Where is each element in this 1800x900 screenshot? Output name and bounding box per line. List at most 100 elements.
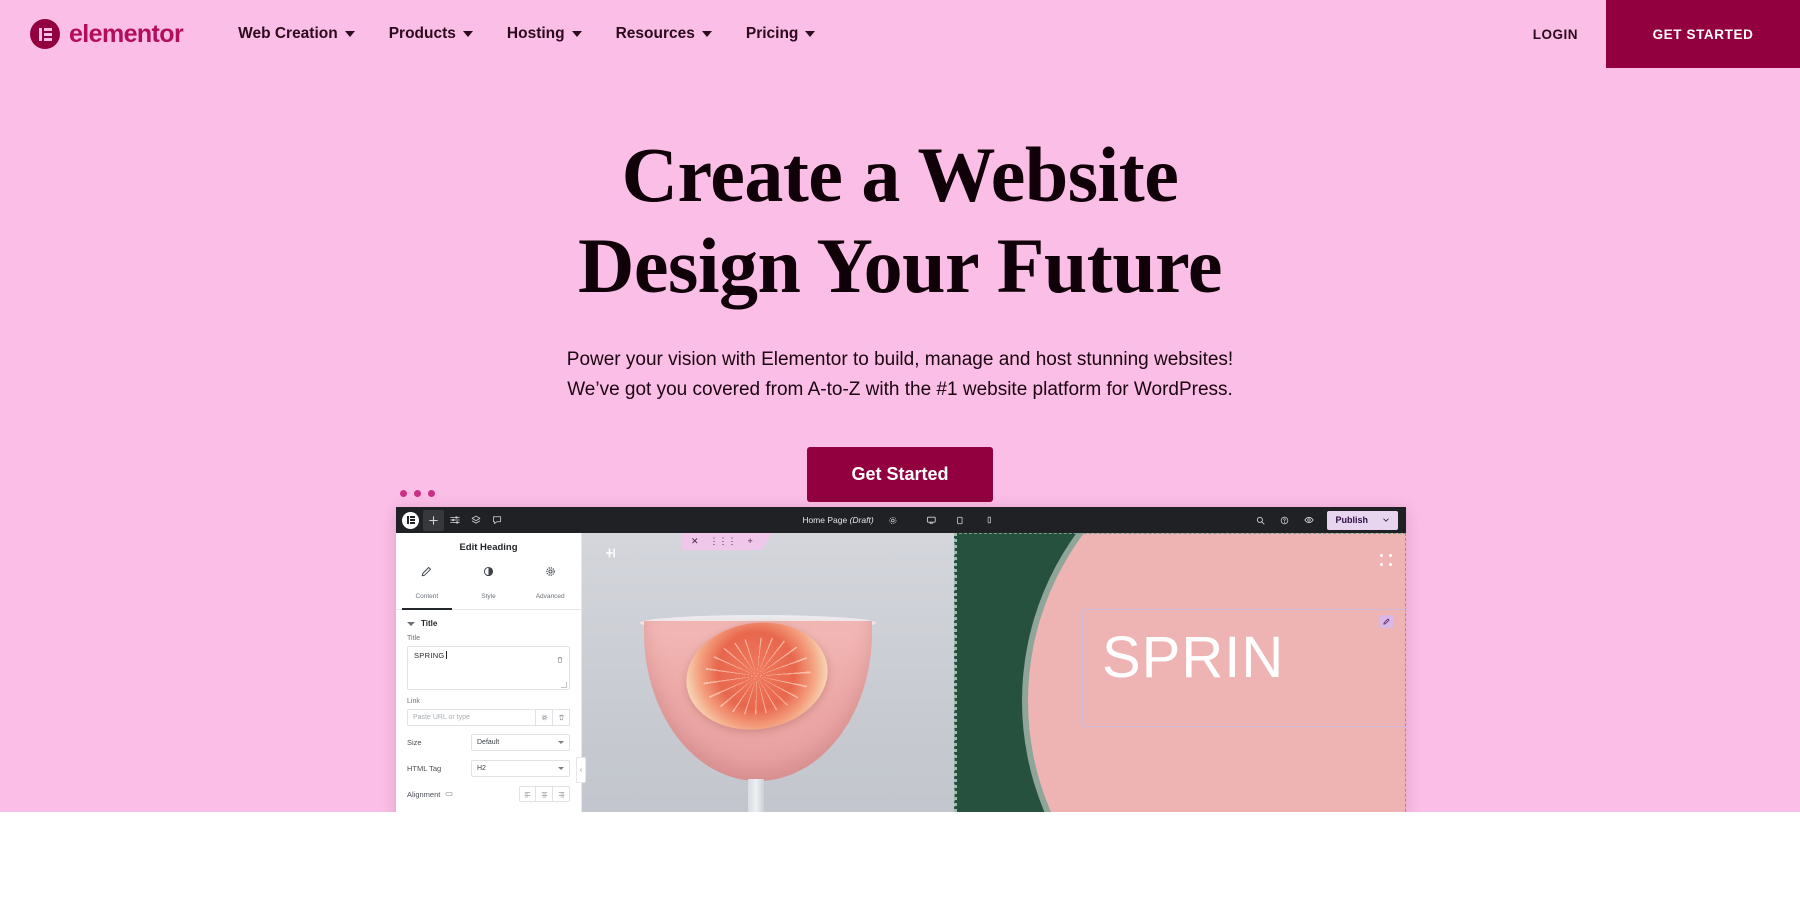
- add-element-icon[interactable]: [423, 509, 444, 531]
- window-dot: [428, 490, 435, 497]
- desktop-icon[interactable]: [921, 510, 942, 531]
- hero-subtitle-line-1: Power your vision with Elementor to buil…: [566, 349, 1234, 370]
- add-icon[interactable]: +: [748, 537, 753, 546]
- tab-label: Style: [481, 593, 496, 600]
- nav-label: Web Creation: [238, 25, 338, 42]
- alignment-label-text: Alignment: [407, 789, 441, 799]
- window-dot: [400, 490, 407, 497]
- pencil-icon: [396, 564, 458, 582]
- title-field-label: Title: [407, 635, 420, 642]
- header-actions: LOGIN GET STARTED: [1505, 0, 1800, 68]
- cocktail-photo: ∓: [582, 533, 954, 812]
- alignment-buttons: [519, 786, 570, 802]
- nav-item-products[interactable]: Products: [372, 0, 490, 68]
- chevron-down-icon: [462, 31, 473, 37]
- hero-subtitle-line-2: We’ve got you covered from A-to-Z with t…: [567, 379, 1233, 400]
- hero-section: elementor Web Creation Products Hosting …: [0, 0, 1800, 812]
- search-icon[interactable]: [1250, 510, 1271, 531]
- size-field-group: Size Default: [396, 734, 581, 760]
- nav-label: Pricing: [745, 25, 799, 42]
- nav-label: Resources: [615, 25, 695, 42]
- panel-tabs: Content Style Advanced: [396, 561, 581, 610]
- align-right-button[interactable]: [553, 786, 570, 802]
- link-field-group: Link Paste URL or type: [396, 698, 581, 734]
- editor-toolbar: Home Page (Draft) Publish: [396, 507, 1406, 533]
- size-value: Default: [477, 739, 500, 746]
- tablet-icon[interactable]: [950, 510, 971, 531]
- page-name: Home Page: [802, 515, 848, 525]
- chevron-down-icon: [805, 31, 816, 37]
- device-switcher: [921, 510, 1000, 531]
- preview-eye-icon[interactable]: [1298, 510, 1319, 531]
- nav-label: Products: [388, 25, 456, 42]
- tab-style[interactable]: Style: [458, 561, 520, 609]
- window-dots: [396, 490, 1406, 497]
- chevron-down-icon: [701, 31, 712, 37]
- logo-wordmark: elementor: [69, 19, 184, 48]
- panel-title: Edit Heading: [459, 542, 518, 553]
- html-tag-select[interactable]: H2: [471, 760, 570, 777]
- title-textarea[interactable]: SPRING: [407, 646, 570, 690]
- delete-icon[interactable]: [556, 651, 564, 669]
- html-tag-field-label: HTML Tag: [407, 764, 442, 773]
- elementor-logo-icon[interactable]: [402, 511, 419, 529]
- window-dot: [414, 490, 421, 497]
- page-settings-gear-icon[interactable]: [883, 510, 904, 531]
- chevron-down-icon: [558, 741, 564, 744]
- close-icon[interactable]: ✕: [691, 537, 699, 546]
- page-name-label: Home Page (Draft): [802, 515, 873, 525]
- comments-icon[interactable]: [486, 510, 507, 531]
- get-started-header-button[interactable]: GET STARTED: [1606, 0, 1800, 68]
- link-input-row: Paste URL or type: [407, 709, 570, 726]
- title-field-group: Title SPRING: [396, 635, 581, 698]
- green-section[interactable]: SPRIN +: [954, 533, 1406, 812]
- section-ruler: [954, 533, 957, 812]
- editor-mockup: Home Page (Draft) Publish Edit Heading C…: [396, 490, 1406, 812]
- login-link[interactable]: LOGIN: [1505, 27, 1606, 42]
- resize-handle[interactable]: [561, 682, 567, 688]
- contrast-icon: [458, 564, 520, 582]
- publish-button[interactable]: Publish: [1327, 510, 1398, 530]
- toolbar-center: Home Page (Draft): [802, 510, 999, 531]
- link-options-gear-icon[interactable]: [536, 709, 553, 726]
- tab-advanced[interactable]: Advanced: [519, 561, 581, 609]
- align-left-button[interactable]: [519, 786, 536, 802]
- link-delete-icon[interactable]: [553, 709, 570, 726]
- chevron-down-icon: [1383, 518, 1389, 522]
- nav-item-pricing[interactable]: Pricing: [729, 0, 833, 68]
- resize-dots-handle[interactable]: [1380, 554, 1392, 566]
- responsive-icon: [445, 791, 453, 797]
- section-handle-icon[interactable]: ∓: [602, 548, 618, 559]
- section-title-row[interactable]: Title: [396, 610, 581, 635]
- elementor-logo[interactable]: elementor: [30, 19, 184, 49]
- page-state: (Draft): [849, 515, 874, 525]
- page-title: Create a Website Design Your Future: [0, 136, 1800, 305]
- help-icon[interactable]: [1274, 510, 1295, 531]
- align-center-button[interactable]: [536, 786, 553, 802]
- drag-handle-icon[interactable]: ⋮⋮⋮: [710, 537, 737, 546]
- editor-window: Home Page (Draft) Publish Edit Heading C…: [396, 507, 1406, 812]
- layers-icon[interactable]: [465, 510, 486, 531]
- nav-item-hosting[interactable]: Hosting: [490, 0, 599, 68]
- alignment-field-label: Alignment: [407, 790, 519, 799]
- nav-item-web-creation[interactable]: Web Creation: [221, 0, 372, 68]
- editor-canvas[interactable]: ∓ SPRIN +: [582, 533, 1406, 812]
- publish-label: Publish: [1335, 515, 1368, 525]
- section-toolbar: ✕ ⋮⋮⋮ +: [682, 533, 772, 550]
- heading-widget-text[interactable]: SPRIN: [1102, 629, 1284, 687]
- mobile-icon[interactable]: [979, 510, 1000, 531]
- settings-sliders-icon[interactable]: [444, 510, 465, 531]
- primary-navigation: Web Creation Products Hosting Resources …: [221, 0, 832, 68]
- edit-pencil-icon[interactable]: [1380, 615, 1393, 628]
- link-input[interactable]: Paste URL or type: [407, 709, 536, 726]
- section-title-label: Title: [421, 619, 438, 628]
- elementor-logo-icon: [30, 19, 60, 49]
- tab-content[interactable]: Content: [396, 561, 458, 610]
- toolbar-right: Publish: [1250, 510, 1400, 531]
- nav-item-resources[interactable]: Resources: [599, 0, 729, 68]
- hero-copy: Create a Website Design Your Future Powe…: [0, 136, 1800, 502]
- title-value: SPRING: [414, 651, 445, 660]
- site-header: elementor Web Creation Products Hosting …: [0, 0, 1800, 68]
- collapse-panel-button[interactable]: ‹: [576, 757, 586, 783]
- size-select[interactable]: Default: [471, 734, 570, 751]
